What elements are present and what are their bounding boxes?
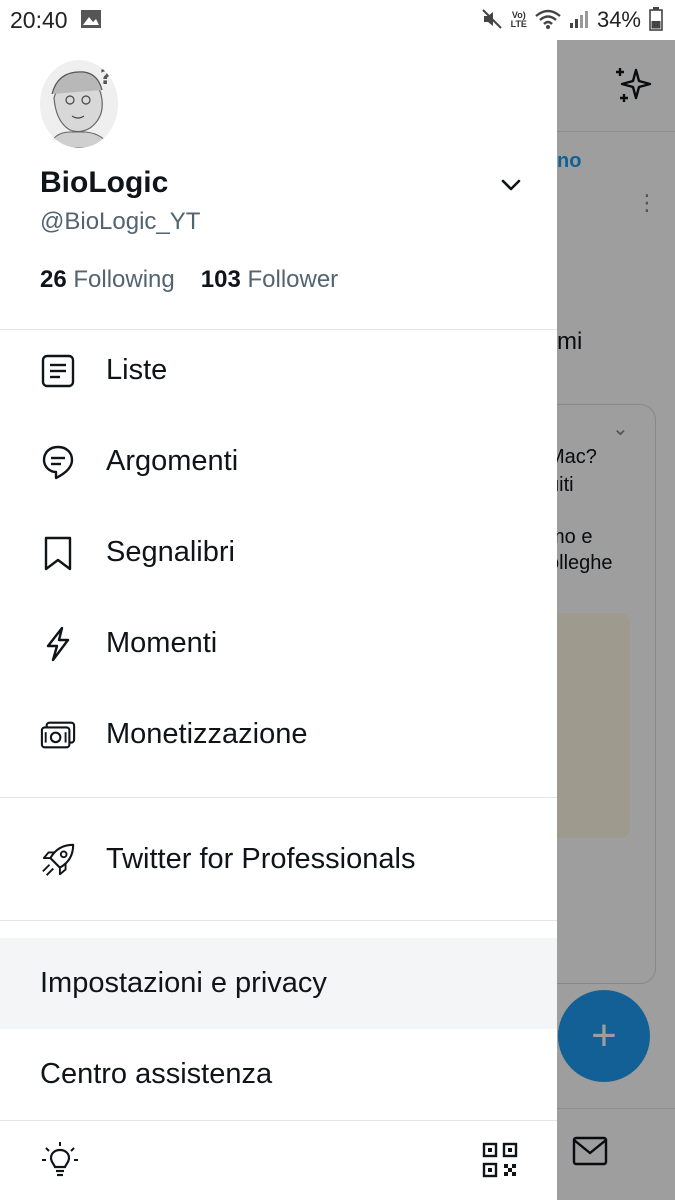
menu-item-label: Argomenti [106,445,239,477]
wifi-icon [535,8,561,33]
help-center-link[interactable]: Centro assistenza [0,1029,557,1120]
lightning-icon [40,626,76,662]
divider [0,1120,557,1121]
gallery-notification-icon [80,9,102,32]
following-link[interactable]: 26 Following [40,266,175,294]
menu-item-topics[interactable]: Argomenti [0,416,557,507]
profile-handle[interactable]: @BioLogic_YT [40,208,200,236]
qr-code-icon[interactable] [478,1138,522,1182]
menu-item-label: Liste [106,354,168,386]
money-icon [40,717,76,753]
menu-item-label: Momenti [106,627,218,659]
status-bar: 20:40 Vo) LTE 34% [0,0,675,40]
volte-icon: Vo) LTE [510,10,527,29]
divider [0,797,557,798]
navigation-drawer: ? BioLogic @BioLogic_YT 26 Following 103… [0,40,557,1200]
follow-stats: 26 Following 103 Follower [40,266,338,294]
status-time: 20:40 [10,6,68,33]
menu-item-professionals[interactable]: Twitter for Professionals [0,814,557,905]
following-label: Following [73,266,175,293]
menu-item-label: Monetizzazione [106,718,308,750]
topics-icon [40,444,76,480]
menu-item-label: Twitter for Professionals [106,843,416,875]
followers-link[interactable]: 103 Follower [201,266,338,294]
battery-icon [649,6,663,34]
settings-privacy-link[interactable]: Impostazioni e privacy [0,938,557,1029]
bookmark-icon [40,535,76,571]
account-switcher-button[interactable] [494,170,528,204]
follower-count: 103 [200,266,241,293]
lightbulb-icon[interactable] [38,1138,82,1182]
menu-item-moments[interactable]: Momenti [0,598,557,689]
chevron-down-icon [501,178,521,197]
divider [0,920,557,921]
signal-icon [569,9,589,32]
battery-percent: 34% [596,7,641,32]
list-icon [40,353,76,389]
menu-item-lists[interactable]: Liste [0,325,557,416]
profile-name[interactable]: BioLogic [40,166,168,200]
mute-icon [481,8,503,33]
follower-label: Follower [247,266,339,293]
svg-text:?: ? [100,65,112,89]
menu-item-label: Segnalibri [106,536,235,568]
menu-item-monetization[interactable]: Monetizzazione [0,689,557,780]
rocket-icon [40,842,76,878]
avatar[interactable]: ? [40,60,118,148]
menu-item-bookmarks[interactable]: Segnalibri [0,507,557,598]
following-count: 26 [40,266,67,293]
